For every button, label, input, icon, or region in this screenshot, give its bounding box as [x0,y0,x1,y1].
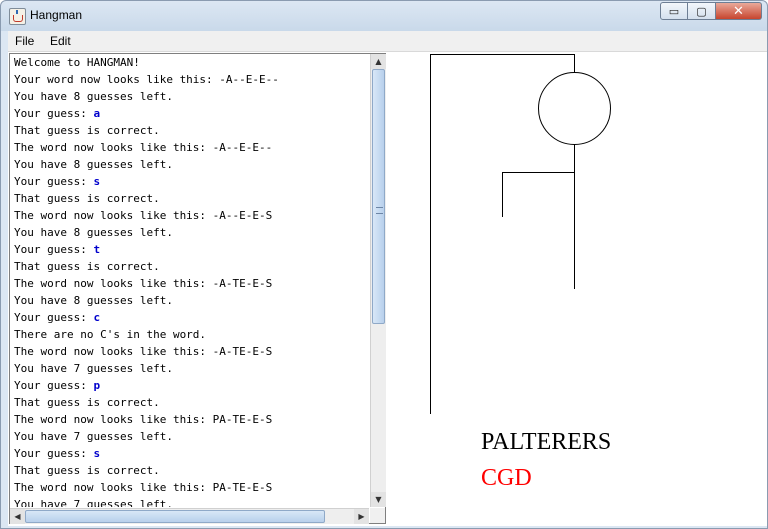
console-line: The word now looks like this: PA-TE-E-S [14,413,273,426]
guess-letter: t [93,243,101,256]
hangman-head [538,72,611,145]
guess-prompt: Your guess: [14,379,94,392]
guess-letter: p [93,379,101,392]
java-app-icon [9,8,26,25]
scroll-right-button[interactable]: ▶ [354,509,369,524]
console-text-area[interactable]: Welcome to HANGMAN! Your word now looks l… [10,54,369,507]
guess-prompt: Your guess: [14,243,94,256]
console-line: The word now looks like this: -A--E-E-- [14,141,273,154]
console-line: Your guess: c [10,309,369,326]
console-line: Your guess: t [10,241,369,258]
guess-letter: c [93,311,101,324]
console-line: You have 7 guesses left. [14,498,173,507]
vertical-scrollbar[interactable]: ▲ ▼ [370,54,386,507]
content-area: Welcome to HANGMAN! Your word now looks l… [8,52,767,526]
guess-letter: s [93,175,101,188]
guess-letter: s [93,447,101,460]
console-line: That guess is correct. [14,396,160,409]
console-line: Your guess: s [10,173,369,190]
console-line: You have 7 guesses left. [14,430,173,443]
console-scroll-pane: Welcome to HANGMAN! Your word now looks l… [9,53,386,524]
guess-prompt: Your guess: [14,447,94,460]
scroll-down-button[interactable]: ▼ [371,492,386,507]
grip-icon [376,207,383,214]
scroll-corner [370,508,385,523]
console-line: The word now looks like this: -A-TE-E-S [14,277,273,290]
console-line: You have 8 guesses left. [14,294,173,307]
console-line: The word now looks like this: PA-TE-E-S [14,481,273,494]
console-line: The word now looks like this: -A-TE-E-S [14,345,273,358]
console-line: There are no C's in the word. [14,328,207,341]
menu-file[interactable]: File [15,34,34,48]
close-button[interactable]: ✕ [716,2,762,20]
console-line: That guess is correct. [14,464,160,477]
horizontal-scroll-thumb[interactable] [25,510,325,523]
title-bar[interactable]: Hangman ▭ ▢ ✕ [1,1,767,31]
guess-prompt: Your guess: [14,107,94,120]
horizontal-scrollbar[interactable]: ◀ ▶ [10,508,369,524]
console-line: Your guess: p [10,377,369,394]
menu-bar: File Edit [8,31,767,52]
menu-edit[interactable]: Edit [50,34,71,48]
minimize-button[interactable]: ▭ [660,2,688,20]
console-line: That guess is correct. [14,260,160,273]
console-line: Your guess: s [10,445,369,462]
incorrect-guesses: CGD [481,465,532,491]
console-line: That guess is correct. [14,192,160,205]
hangman-canvas: PALTERERS CGD [386,52,767,526]
guess-prompt: Your guess: [14,311,94,324]
console-line: That guess is correct. [14,124,160,137]
hangman-window: Hangman ▭ ▢ ✕ File Edit Welcome to HANGM… [0,0,768,529]
console-line: You have 7 guesses left. [14,362,173,375]
guess-letter: a [93,107,101,120]
console-line: You have 8 guesses left. [14,226,173,239]
console-line: You have 8 guesses left. [14,90,173,103]
console-line: The word now looks like this: -A--E-E-S [14,209,273,222]
console-line: You have 8 guesses left. [14,158,173,171]
window-title: Hangman [30,8,83,22]
scroll-up-button[interactable]: ▲ [371,54,386,69]
word-display: PALTERERS [481,429,612,455]
maximize-button[interactable]: ▢ [688,2,716,20]
vertical-scroll-thumb[interactable] [372,69,385,324]
console-line: Your guess: a [10,105,369,122]
console-line: Your word now looks like this: -A--E-E-- [14,73,279,86]
guess-prompt: Your guess: [14,175,94,188]
console-line: Welcome to HANGMAN! [14,56,140,69]
scroll-left-button[interactable]: ◀ [10,509,25,524]
